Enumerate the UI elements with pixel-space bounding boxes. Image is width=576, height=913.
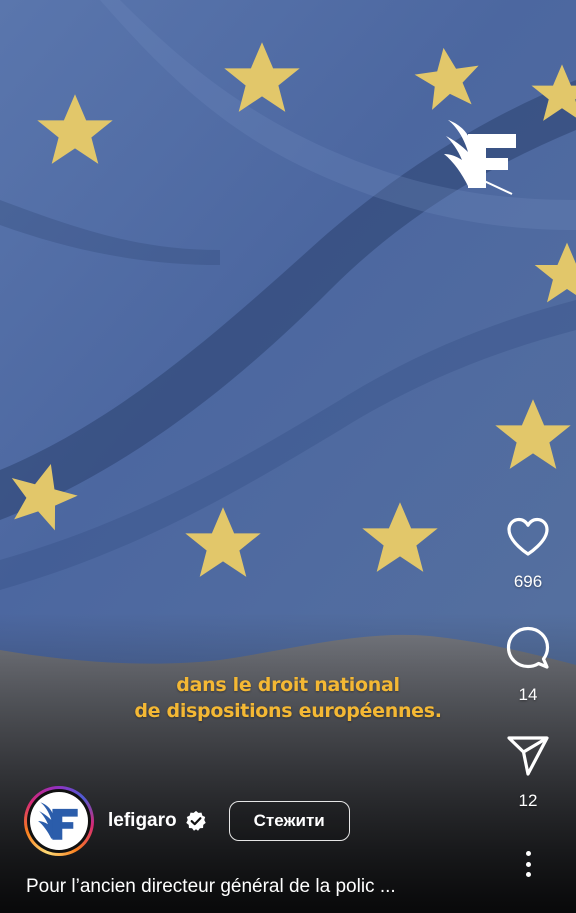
comment-count: 14 (518, 685, 538, 704)
avatar[interactable] (30, 792, 88, 850)
comment-icon[interactable] (505, 625, 551, 671)
share-count: 12 (518, 791, 538, 810)
share-action[interactable]: 12 (498, 735, 558, 811)
like-count: 696 (513, 572, 543, 591)
video-player[interactable]: dans le droit national de dispositions e… (0, 0, 576, 913)
reel-screen: dans le droit national de dispositions e… (0, 0, 576, 913)
le-figaro-logo-icon (444, 120, 516, 195)
username[interactable]: lefigaro (108, 810, 177, 832)
like-action[interactable]: 696 (498, 516, 558, 592)
account-row: lefigaro Стежити (24, 786, 350, 856)
comment-action[interactable]: 14 (498, 625, 558, 705)
verified-badge-icon (185, 810, 206, 831)
follow-button[interactable]: Стежити (228, 801, 350, 841)
send-icon[interactable] (506, 735, 550, 777)
subtitle-line-2: de dispositions européennes. (134, 700, 442, 722)
avatar-story-ring[interactable] (24, 786, 94, 856)
video-subtitle: dans le droit national de dispositions e… (0, 672, 576, 724)
more-dot (525, 851, 531, 856)
more-dot (525, 861, 531, 867)
le-figaro-avatar-logo-icon (38, 802, 78, 840)
bottom-gradient-overlay (0, 613, 576, 913)
more-dot (525, 872, 531, 877)
more-vertical-icon[interactable] (515, 848, 541, 880)
post-caption[interactable]: Pour l’ancien directeur général de la po… (26, 876, 506, 898)
heart-icon[interactable] (505, 516, 551, 558)
subtitle-line-1: dans le droit national (176, 674, 400, 696)
